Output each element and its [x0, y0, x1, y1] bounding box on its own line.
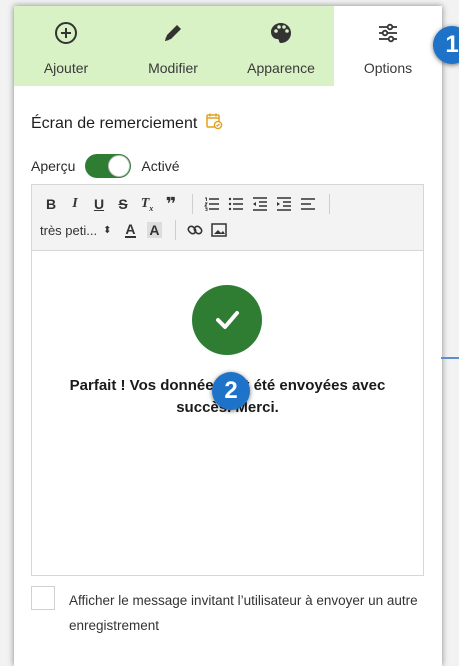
editor-toolbar: B I U S Tx ❞ très peti... ⬍ A A [32, 185, 423, 251]
callout-line [441, 357, 459, 359]
section-title: Écran de remerciement [31, 112, 223, 135]
bullet-list-icon[interactable] [225, 193, 247, 215]
font-color-icon[interactable]: A [119, 219, 141, 241]
image-icon[interactable] [208, 219, 230, 241]
toggle-knob [108, 155, 131, 177]
tab-ajouter[interactable]: Ajouter [14, 6, 118, 86]
sliders-icon [376, 20, 400, 46]
preview-label: Aperçu [31, 158, 76, 174]
toolbar-divider [175, 220, 177, 240]
toolbar-divider [192, 194, 193, 214]
strikethrough-icon[interactable]: S [112, 193, 134, 215]
align-icon[interactable] [297, 193, 319, 215]
indent-icon[interactable] [273, 193, 295, 215]
preview-row: Aperçu Activé [31, 154, 179, 178]
tab-options[interactable]: Options [334, 6, 442, 86]
tab-modifier[interactable]: Modifier [118, 6, 228, 86]
quote-icon[interactable]: ❞ [160, 193, 182, 215]
callout-marker-2: 2 [212, 372, 250, 410]
ordered-list-icon[interactable] [201, 193, 223, 215]
bold-icon[interactable]: B [40, 193, 62, 215]
toolbar-divider [329, 194, 330, 214]
font-size-value: très peti... [40, 222, 98, 238]
updown-arrows-icon: ⬍ [103, 224, 112, 236]
calendar-check-icon [205, 112, 223, 135]
tab-label: Ajouter [43, 60, 89, 76]
italic-icon[interactable]: I [64, 193, 86, 215]
underline-icon[interactable]: U [88, 193, 110, 215]
preview-toggle[interactable] [85, 154, 132, 178]
tab-label: Apparence [247, 60, 315, 76]
success-check-icon [192, 285, 262, 355]
options-panel: Ajouter Modifier Apparence Options Écran… [14, 6, 442, 666]
tab-label: Options [363, 60, 413, 76]
section-title-text: Écran de remerciement [31, 114, 198, 132]
submit-another-checkbox[interactable] [31, 586, 55, 610]
font-size-select[interactable]: très peti... ⬍ [40, 223, 111, 238]
clear-format-icon[interactable]: Tx [136, 193, 158, 215]
submit-another-option: Afficher le message invitant l’utilisate… [31, 586, 431, 638]
preview-state-label: Activé [141, 158, 180, 174]
plus-circle-icon [54, 20, 78, 46]
pencil-icon [161, 20, 185, 46]
outdent-icon[interactable] [249, 193, 271, 215]
tab-apparence[interactable]: Apparence [228, 6, 334, 86]
link-icon[interactable] [184, 219, 206, 241]
tab-bar: Ajouter Modifier Apparence Options [14, 6, 442, 86]
palette-icon [269, 20, 293, 46]
highlight-icon[interactable]: A [143, 219, 165, 241]
tab-label: Modifier [148, 60, 198, 76]
submit-another-label: Afficher le message invitant l’utilisate… [69, 593, 418, 633]
editor-content[interactable]: Parfait ! Vos données ont été envoyées a… [32, 251, 423, 575]
